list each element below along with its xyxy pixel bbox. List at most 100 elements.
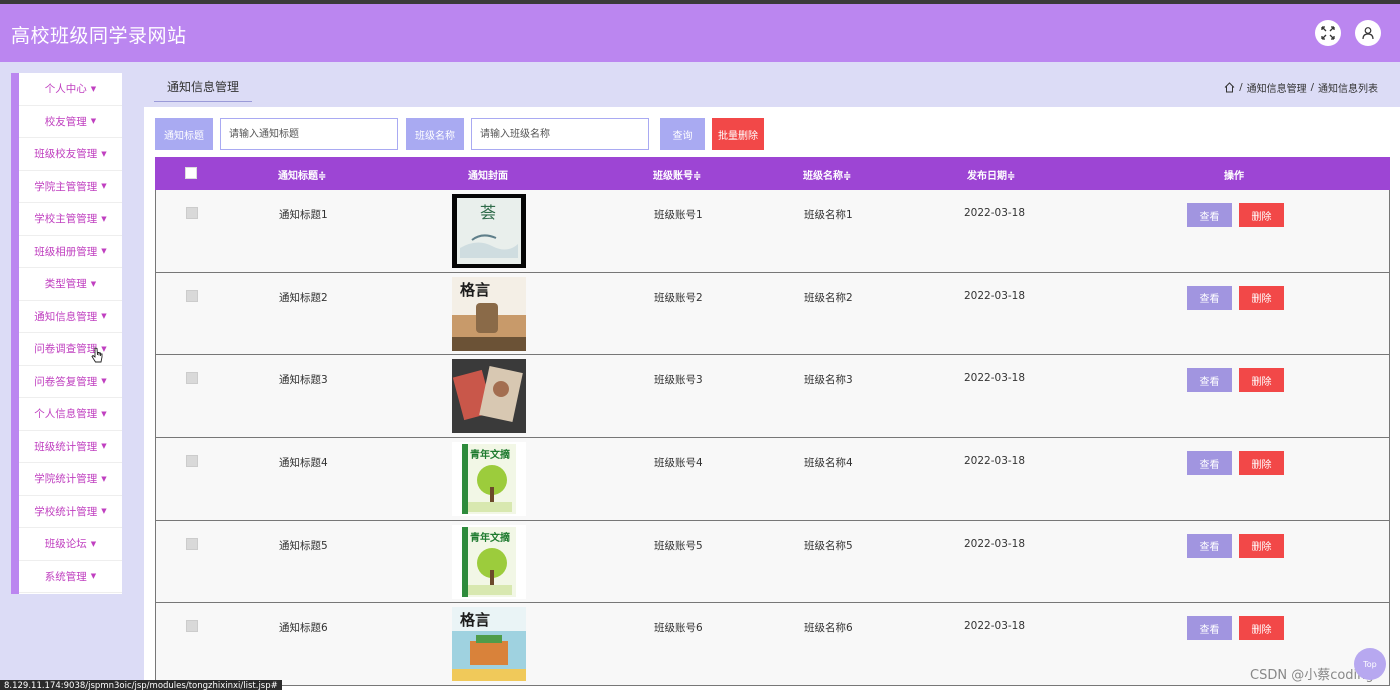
select-all-checkbox[interactable] xyxy=(185,167,197,179)
row-account: 班级账号2 xyxy=(654,291,703,304)
row-classname: 班级名称5 xyxy=(804,539,853,552)
search-button[interactable]: 查询 xyxy=(660,118,705,150)
caret-down-icon: ▼ xyxy=(101,312,107,321)
user-button[interactable] xyxy=(1355,20,1381,46)
view-button[interactable]: 查看 xyxy=(1187,451,1232,476)
sidebar-item-label: 问卷答复管理 xyxy=(34,375,98,388)
table-header: 通知标题≑ 通知封面 班级账号≑ 班级名称≑ 发布日期≑ 操作 xyxy=(155,157,1390,190)
app-header: 高校班级同学录网站 xyxy=(0,4,1400,62)
delete-button[interactable]: 删除 xyxy=(1239,285,1284,310)
row-checkbox[interactable] xyxy=(186,537,198,550)
table-row: 通知标题4 青年文摘 班级账号4 班级名称4 2022-03-18 查看 删除 xyxy=(155,438,1390,521)
notice-cover-image[interactable]: 荟 xyxy=(452,194,526,268)
sidebar-item-label: 班级统计管理 xyxy=(34,440,98,453)
delete-button[interactable]: 删除 xyxy=(1239,451,1284,476)
notice-cover-image[interactable]: 格言 xyxy=(452,276,526,351)
header-date[interactable]: 发布日期≑ xyxy=(967,167,1015,182)
view-button[interactable]: 查看 xyxy=(1187,368,1232,393)
fullscreen-icon xyxy=(1321,26,1335,40)
view-button[interactable]: 查看 xyxy=(1187,533,1232,558)
caret-down-icon: ▼ xyxy=(90,572,97,581)
sidebar-item-alumni[interactable]: 校友管理 ▼ xyxy=(19,106,122,138)
sidebar-item-school-supervisor[interactable]: 学校主管管理 ▼ xyxy=(19,203,122,236)
notice-cover-image[interactable]: 青年文摘 xyxy=(452,442,526,517)
row-checkbox[interactable] xyxy=(186,372,198,385)
sidebar-item-notice[interactable]: 通知信息管理 ▼ xyxy=(19,301,122,333)
sort-icon: ≑ xyxy=(318,171,327,182)
notice-cover-image[interactable]: 格言 xyxy=(452,607,526,682)
sort-icon: ≑ xyxy=(1007,171,1016,182)
row-checkbox[interactable] xyxy=(186,620,198,633)
tab-bar: 通知信息管理 / 通知信息管理 / 通知信息列表 xyxy=(144,71,1400,107)
cover-title-text: 青年文摘 xyxy=(470,531,510,544)
view-button[interactable]: 查看 xyxy=(1187,203,1232,227)
row-checkbox[interactable] xyxy=(186,207,198,219)
sidebar-item-class-album[interactable]: 班级相册管理 ▼ xyxy=(19,236,122,268)
main-content: 通知标题 班级名称 查询 批量删除 通知标题≑ 通知封面 班级账号≑ 班级名称≑… xyxy=(144,107,1400,690)
sidebar-item-class-alumni[interactable]: 班级校友管理 ▼ xyxy=(19,138,122,171)
row-title: 通知标题2 xyxy=(279,291,328,304)
delete-button[interactable]: 删除 xyxy=(1239,368,1284,393)
sidebar-item-system[interactable]: 系统管理 ▼ xyxy=(19,561,122,593)
hand-cursor-icon xyxy=(91,347,103,363)
delete-button[interactable]: 删除 xyxy=(1239,533,1284,558)
sidebar-item-type[interactable]: 类型管理 ▼ xyxy=(19,268,122,301)
breadcrumb-separator: / xyxy=(1310,82,1314,93)
row-classname: 班级名称1 xyxy=(804,209,853,221)
title-search-input[interactable] xyxy=(220,118,398,150)
sidebar-item-label: 学院主管管理 xyxy=(34,180,98,193)
breadcrumb-level1[interactable]: 通知信息管理 xyxy=(1247,80,1307,95)
view-button[interactable]: 查看 xyxy=(1187,285,1232,310)
header-account[interactable]: 班级账号≑ xyxy=(653,167,701,182)
view-button[interactable]: 查看 xyxy=(1187,616,1232,641)
row-title: 通知标题5 xyxy=(279,539,328,552)
sidebar-item-class-forum[interactable]: 班级论坛 ▼ xyxy=(19,528,122,561)
sidebar-item-personal-center[interactable]: 个人中心 ▼ xyxy=(19,73,122,106)
sidebar-item-survey[interactable]: 问卷调查管理 ▼ xyxy=(19,333,122,366)
sidebar-item-label: 通知信息管理 xyxy=(34,310,98,323)
caret-down-icon: ▼ xyxy=(101,149,107,158)
delete-button[interactable]: 删除 xyxy=(1239,203,1284,227)
header-date-label: 发布日期 xyxy=(967,171,1007,182)
table-row: 通知标题2 格言 班级账号2 班级名称2 2022-03-18 查看 删除 xyxy=(155,272,1390,356)
notice-cover-image[interactable]: 青年文摘 xyxy=(452,524,526,599)
header-title[interactable]: 通知标题≑ xyxy=(278,167,326,182)
row-account: 班级账号6 xyxy=(654,622,703,635)
breadcrumb-separator: / xyxy=(1239,82,1243,93)
sidebar-item-survey-reply[interactable]: 问卷答复管理 ▼ xyxy=(19,366,122,398)
tab-notice-management[interactable]: 通知信息管理 xyxy=(154,71,252,102)
sort-icon: ≑ xyxy=(843,171,852,182)
row-classname: 班级名称3 xyxy=(804,374,853,387)
batch-delete-button[interactable]: 批量删除 xyxy=(712,118,764,150)
sidebar-item-college-supervisor[interactable]: 学院主管管理 ▼ xyxy=(19,171,122,203)
caret-down-icon: ▼ xyxy=(101,442,107,451)
back-to-top-button[interactable]: Top xyxy=(1354,648,1386,680)
table-row: 通知标题3 班级账号3 班级名称3 2022-03-18 查看 删除 xyxy=(155,355,1390,439)
sidebar-item-class-stats[interactable]: 班级统计管理 ▼ xyxy=(19,431,122,463)
sidebar-item-personal-info[interactable]: 个人信息管理 ▼ xyxy=(19,398,122,431)
caret-down-icon: ▼ xyxy=(90,117,97,126)
sidebar-item-label: 班级校友管理 xyxy=(34,148,98,161)
sidebar-item-school-stats[interactable]: 学校统计管理 ▼ xyxy=(19,496,122,528)
fullscreen-button[interactable] xyxy=(1315,20,1341,46)
delete-button[interactable]: 删除 xyxy=(1239,616,1284,641)
row-classname: 班级名称4 xyxy=(804,457,853,470)
class-search-input[interactable] xyxy=(471,118,649,150)
caret-down-icon: ▼ xyxy=(101,474,107,483)
row-date: 2022-03-18 xyxy=(964,455,1026,468)
sidebar-item-label: 类型管理 xyxy=(44,278,87,291)
row-checkbox[interactable] xyxy=(186,455,198,468)
row-checkbox[interactable] xyxy=(186,289,198,302)
notice-cover-image[interactable] xyxy=(452,359,526,434)
sidebar-item-label: 班级相册管理 xyxy=(34,245,98,258)
header-classname[interactable]: 班级名称≑ xyxy=(803,167,851,182)
breadcrumb-level2: 通知信息列表 xyxy=(1318,84,1378,95)
row-title: 通知标题1 xyxy=(279,209,328,221)
sidebar-item-label: 系统管理 xyxy=(44,570,87,583)
row-account: 班级账号1 xyxy=(654,209,703,221)
header-actions: 操作 xyxy=(1224,167,1244,182)
sidebar-item-college-stats[interactable]: 学院统计管理 ▼ xyxy=(19,463,122,496)
home-icon[interactable] xyxy=(1224,82,1235,93)
cover-title-text: 格言 xyxy=(460,611,490,629)
user-icon xyxy=(1362,27,1374,40)
